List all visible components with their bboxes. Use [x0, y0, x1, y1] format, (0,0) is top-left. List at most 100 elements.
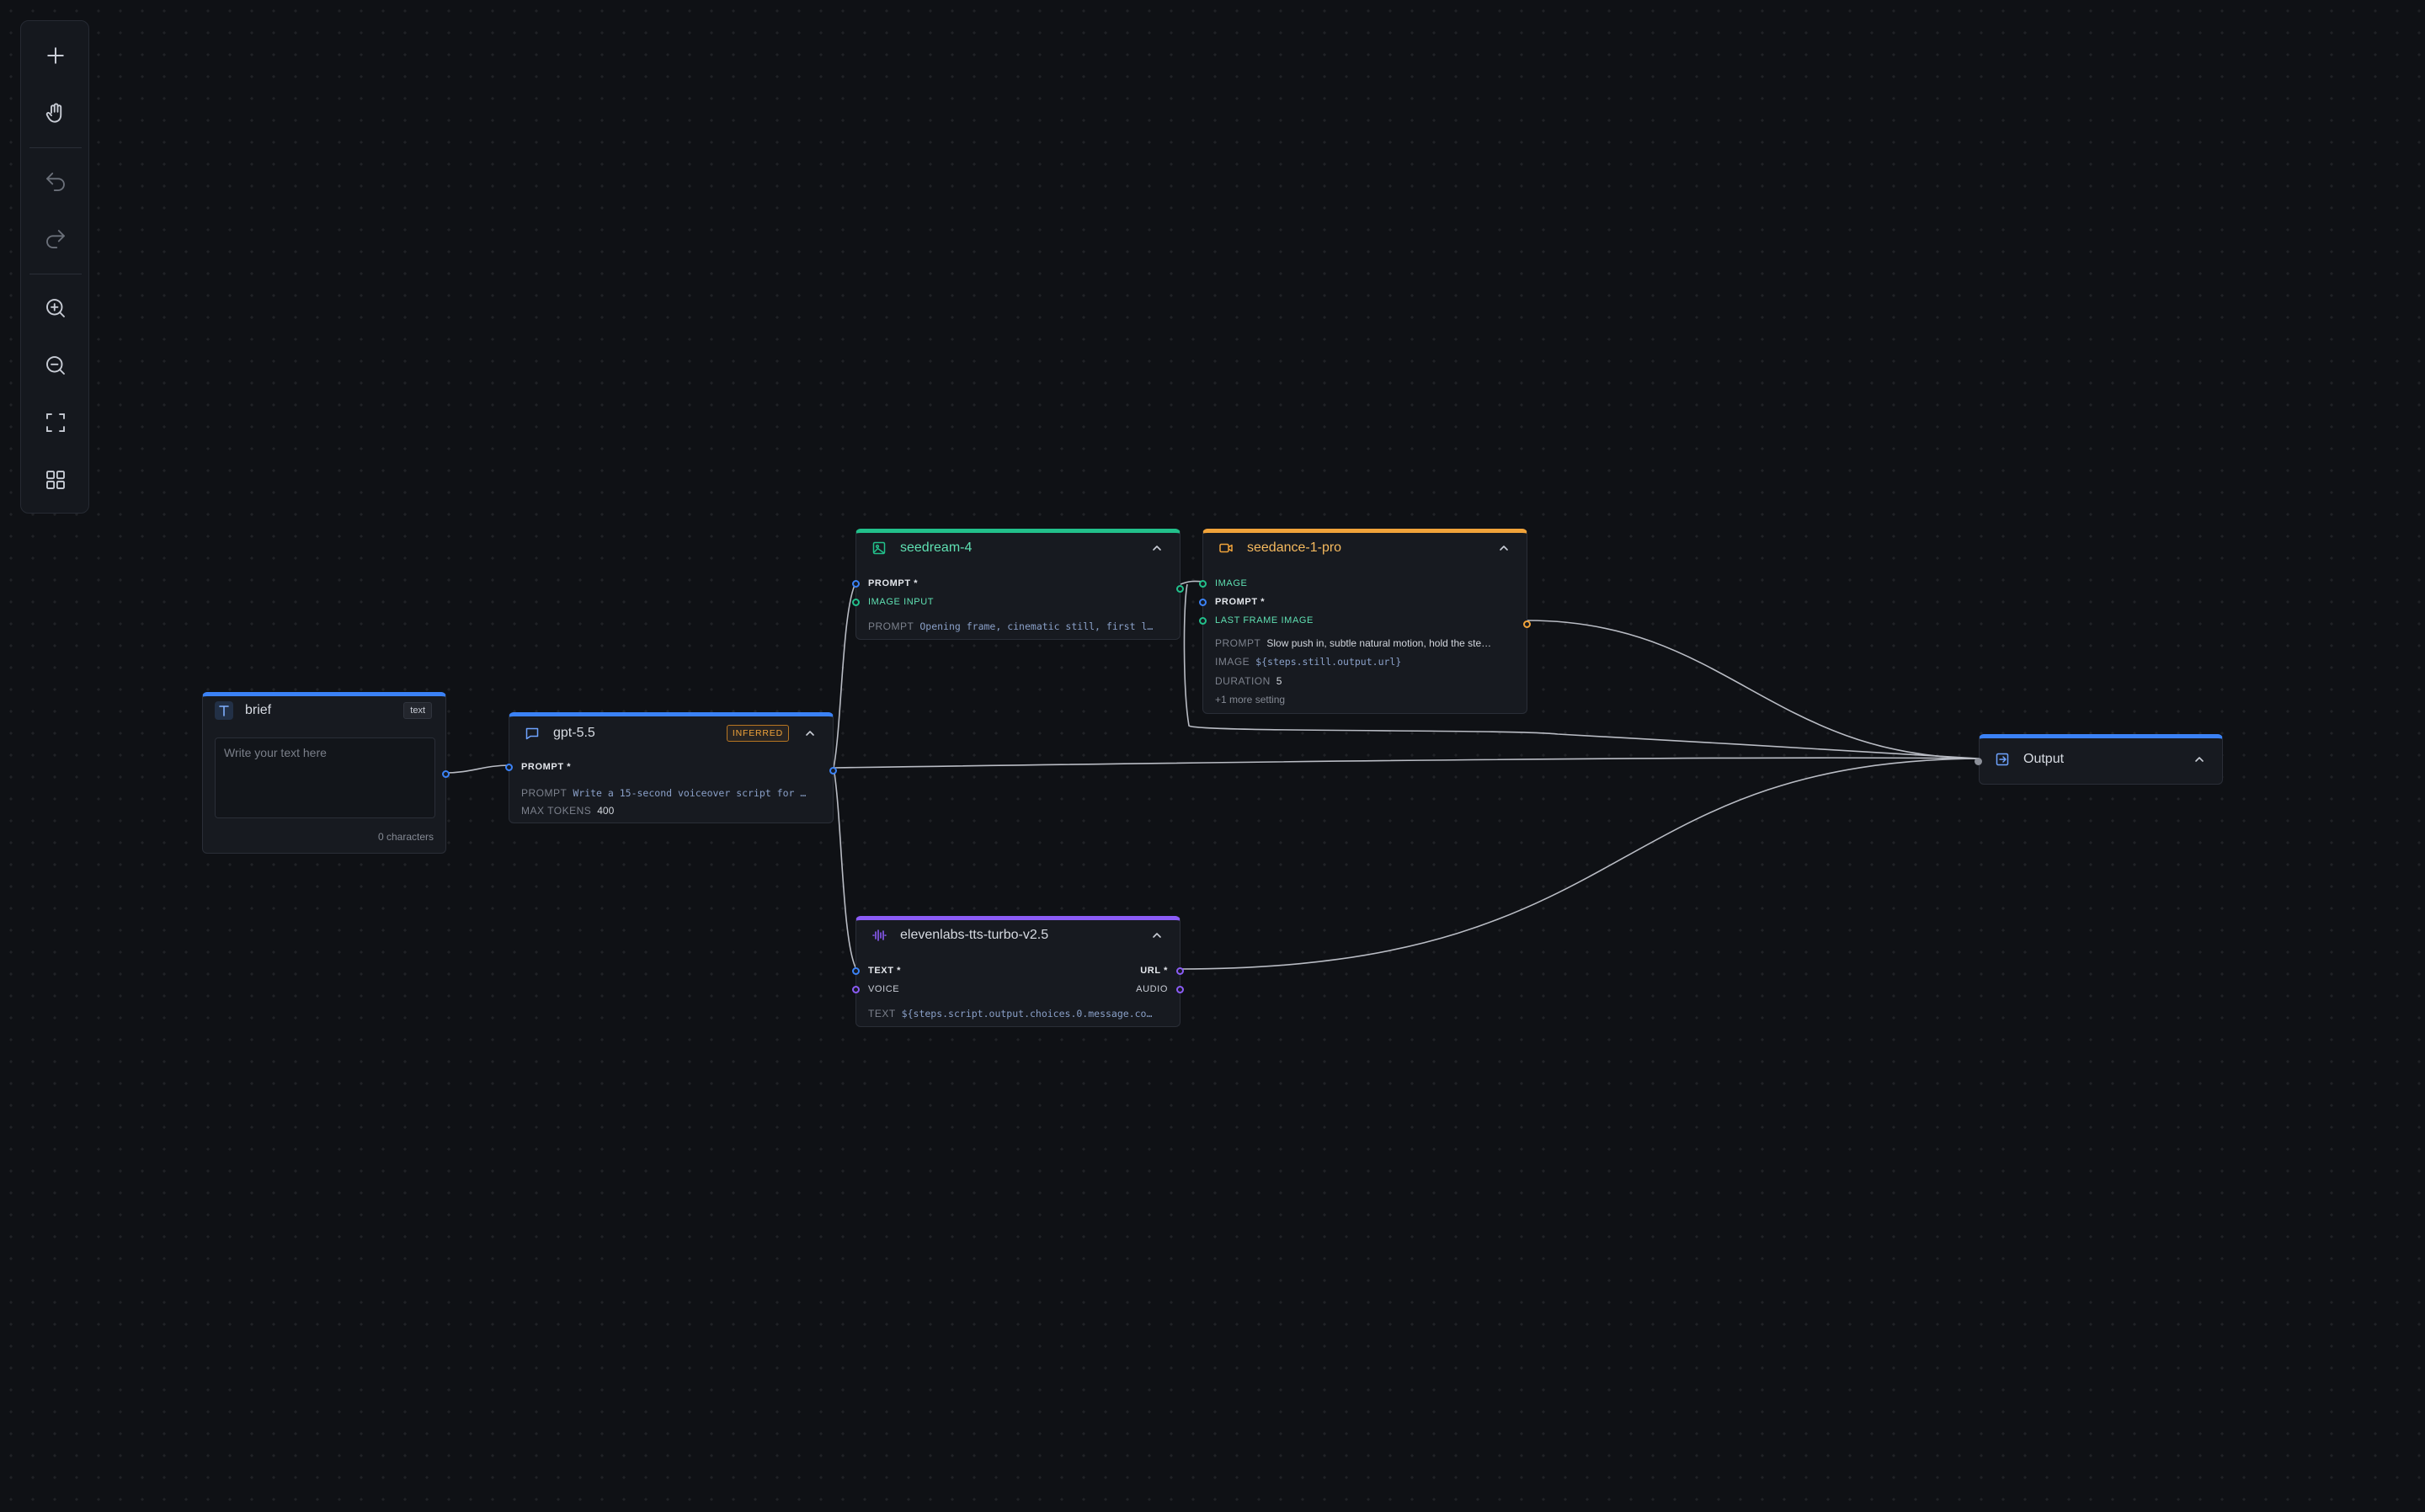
chevron-up-icon [1153, 546, 1161, 551]
edge-brief-to-gpt [445, 764, 510, 774]
field-key: PROMPT [1215, 637, 1261, 649]
collapse-button[interactable] [2190, 750, 2209, 769]
text-type-icon [215, 701, 233, 720]
audio-output-label: AUDIO [1136, 984, 1168, 994]
prompt-input-port[interactable] [852, 580, 860, 588]
node-seedream[interactable]: seedream-4 PROMPT * IMAGE INPUT PROMPT Op… [852, 529, 1184, 640]
url-output-port[interactable] [1176, 967, 1184, 975]
add-node-button[interactable] [30, 34, 81, 77]
field-value: Opening frame, cinematic still, first l… [919, 620, 1154, 632]
field-value: ${steps.still.output.url} [1255, 656, 1402, 668]
redo-icon [46, 230, 65, 248]
node-output[interactable]: Output [1975, 734, 2223, 785]
collapse-button[interactable] [1148, 539, 1166, 557]
canvas-toolbar [20, 20, 89, 514]
node-tts[interactable]: elevenlabs-tts-turbo-v2.5 TEXT * VOICE U… [852, 916, 1184, 1027]
last-frame-input-label: LAST FRAME IMAGE [1215, 615, 1314, 626]
chevron-up-icon [806, 731, 814, 736]
node-title: gpt-5.5 [553, 726, 595, 740]
hand-icon [45, 103, 62, 123]
edge-seedance-to-output [1527, 620, 1980, 759]
prompt-field: PROMPT Opening frame, cinematic still, fi… [868, 620, 1171, 632]
layout-grid-button[interactable] [30, 458, 81, 502]
prompt-input-port[interactable] [1199, 599, 1207, 606]
voice-input-port[interactable] [852, 986, 860, 993]
field-key: IMAGE [1215, 656, 1250, 668]
image-field: IMAGE ${steps.still.output.url} [1215, 656, 1401, 668]
node-gpt[interactable]: gpt-5.5 INFERRED PROMPT * PROMPT Write a … [505, 712, 837, 823]
collapse-button[interactable] [801, 724, 819, 743]
plus-icon [47, 47, 64, 64]
node-title: elevenlabs-tts-turbo-v2.5 [900, 928, 1049, 942]
character-count: 0 characters [377, 831, 434, 843]
node-header[interactable]: gpt-5.5 INFERRED [509, 717, 833, 749]
url-output-label: URL * [1140, 966, 1168, 976]
prompt-input-label: PROMPT * [521, 762, 572, 772]
output-icon [1993, 750, 2012, 769]
node-title: Output [2023, 752, 2065, 766]
image-input-label: IMAGE INPUT [868, 597, 935, 607]
fit-view-button[interactable] [30, 401, 81, 445]
field-value: ${steps.script.output.choices.0.message.… [901, 1008, 1153, 1020]
field-key: PROMPT [868, 620, 914, 632]
output-port[interactable] [442, 770, 450, 778]
node-header[interactable]: Output [1980, 738, 2222, 780]
toolbar-divider [29, 147, 82, 148]
node-seedance[interactable]: seedance-1-pro IMAGE PROMPT * LAST FRAME… [1199, 529, 1531, 714]
edge-gpt-to-output [833, 757, 1980, 769]
output-port[interactable] [829, 767, 837, 775]
node-header[interactable]: seedance-1-pro [1203, 534, 1527, 562]
edge-gpt-to-seedream [833, 581, 857, 769]
node-title: brief [245, 703, 272, 717]
image-input-label: IMAGE [1215, 578, 1248, 588]
chat-icon [523, 724, 541, 743]
edge-gpt-to-tts [833, 767, 857, 970]
image-icon [870, 539, 888, 557]
field-key: MAX TOKENS [521, 805, 592, 817]
node-header[interactable]: elevenlabs-tts-turbo-v2.5 [856, 921, 1180, 950]
text-input-port[interactable] [852, 967, 860, 975]
zoom-out-button[interactable] [30, 343, 81, 387]
node-title: seedance-1-pro [1247, 540, 1342, 555]
video-icon [1217, 539, 1235, 557]
node-header[interactable]: brief text [203, 698, 445, 723]
voice-input-label: VOICE [868, 984, 900, 994]
audio-waveform-icon [870, 926, 888, 945]
edge-tts-to-output [1180, 758, 1980, 970]
redo-button[interactable] [30, 217, 81, 261]
node-brief[interactable]: brief text 0 characters [202, 692, 450, 854]
inferred-badge: INFERRED [726, 725, 789, 742]
node-header[interactable]: seedream-4 [856, 534, 1180, 562]
field-value: Write a 15-second voiceover script for … [573, 787, 807, 799]
prompt-field: PROMPT Write a 15-second voiceover script… [521, 787, 824, 799]
grid-icon [46, 471, 65, 489]
text-field: TEXT ${steps.script.output.choices.0.mess… [868, 1008, 1171, 1020]
pan-tool-button[interactable] [30, 91, 81, 135]
prompt-input-port[interactable] [505, 764, 513, 771]
output-port[interactable] [1523, 620, 1531, 628]
field-value: Slow push in, subtle natural motion, hol… [1266, 637, 1492, 649]
prompt-input-label: PROMPT * [1215, 597, 1266, 607]
more-settings-link[interactable]: +1 more setting [1215, 694, 1285, 705]
output-input-port[interactable] [1975, 758, 1982, 765]
last-frame-input-port[interactable] [1199, 617, 1207, 625]
duration-field: DURATION 5 [1215, 675, 1282, 687]
zoom-in-button[interactable] [30, 286, 81, 330]
brief-text-input[interactable] [215, 737, 435, 818]
chevron-up-icon [2195, 757, 2204, 762]
collapse-button[interactable] [1495, 539, 1513, 557]
field-key: DURATION [1215, 675, 1271, 687]
node-title: seedream-4 [900, 540, 973, 555]
prompt-input-label: PROMPT * [868, 578, 919, 588]
undo-button[interactable] [30, 160, 81, 204]
image-input-port[interactable] [852, 599, 860, 606]
collapse-button[interactable] [1148, 926, 1166, 945]
zoom-in-icon [46, 299, 65, 317]
prompt-field: PROMPT Slow push in, subtle natural motio… [1215, 637, 1518, 649]
undo-icon [46, 173, 65, 191]
field-value: 400 [597, 805, 615, 817]
image-input-port[interactable] [1199, 580, 1207, 588]
output-port[interactable] [1176, 585, 1184, 593]
audio-output-port[interactable] [1176, 986, 1184, 993]
chevron-up-icon [1500, 546, 1508, 551]
